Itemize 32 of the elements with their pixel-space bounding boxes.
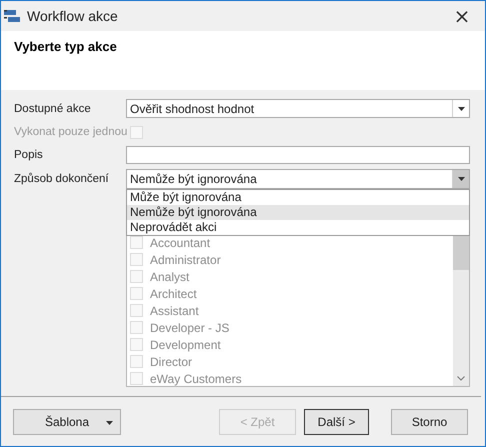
dropdown[interactable]: Ověřit shodnost hodnot: [126, 99, 470, 118]
window-title: Workflow akce: [27, 8, 119, 24]
page-title: Vyberte typ akce: [14, 39, 118, 54]
app-icon: [4, 10, 20, 22]
role-label: Accountant: [150, 236, 210, 250]
role-label: Director: [150, 354, 192, 368]
chevron-down-icon: [457, 376, 465, 381]
role-label: Administrator: [150, 252, 221, 266]
button[interactable]: Šablona: [13, 409, 121, 435]
field-label: Vykonat pouze jednou: [14, 126, 126, 138]
field-label: Popis: [14, 149, 44, 161]
dropdown-button[interactable]: [452, 170, 469, 188]
caret-icon: [458, 106, 464, 110]
close-button[interactable]: ×: [439, 1, 485, 31]
button: < Zpět: [219, 409, 296, 435]
dropdown-option[interactable]: Nemůže být ignorována: [127, 205, 469, 220]
button[interactable]: Storno: [391, 409, 468, 435]
caret-icon: [458, 177, 464, 181]
role-label: eWay Customers: [150, 372, 242, 386]
button[interactable]: Další >: [304, 409, 369, 435]
dropdown-option[interactable]: Může být ignorována: [127, 190, 469, 205]
input-field[interactable]: [126, 146, 470, 164]
dropdown[interactable]: Nemůže být ignorována: [126, 169, 470, 189]
role-label: Development: [150, 338, 221, 352]
role-label: Developer - JS: [150, 320, 230, 334]
field-label: Způsob dokončení: [14, 173, 110, 185]
role-label: Architect: [150, 286, 197, 300]
dropdown-option[interactable]: Neprovádět akci: [127, 220, 469, 235]
field-label: Dostupné akce: [14, 102, 92, 114]
role-label: Assistant: [150, 304, 199, 318]
role-label: Analyst: [150, 270, 190, 284]
caret-icon: [106, 421, 113, 425]
